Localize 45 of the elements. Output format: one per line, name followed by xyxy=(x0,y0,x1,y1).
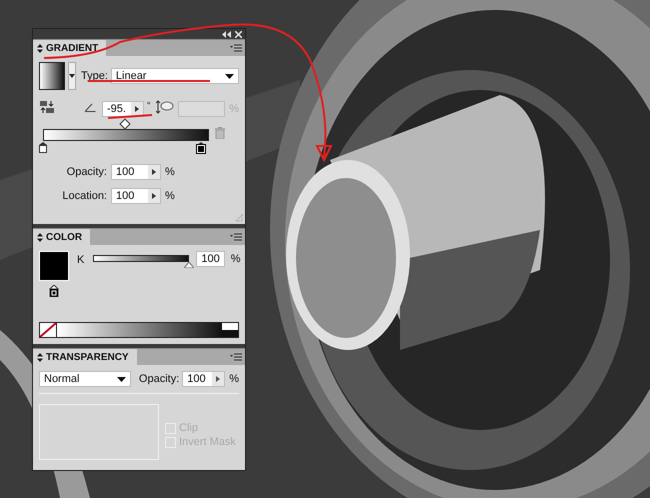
angle-icon xyxy=(85,102,96,114)
percent-sign: % xyxy=(230,253,240,265)
blend-mode-dropdown[interactable]: Normal xyxy=(39,371,131,387)
channel-label: K xyxy=(77,254,84,266)
stepper-arrow-icon[interactable] xyxy=(152,193,156,199)
degree-sign: ° xyxy=(146,100,150,110)
angle-field[interactable]: -95. xyxy=(102,100,144,116)
percent-sign: % xyxy=(165,166,175,178)
out-of-gamut-icon xyxy=(49,285,59,300)
percent-sign: % xyxy=(165,190,175,202)
dropdown-arrow-icon[interactable] xyxy=(225,74,234,78)
stepper-arrow-icon[interactable] xyxy=(152,169,156,175)
stepper-arrow-icon[interactable] xyxy=(216,376,220,382)
type-label: Type: xyxy=(80,70,108,82)
stepper-arrow-icon[interactable] xyxy=(134,106,139,112)
opacity-label: Opacity: xyxy=(138,373,180,385)
gradient-swatch[interactable] xyxy=(39,62,65,90)
color-stop[interactable] xyxy=(38,142,48,154)
expand-collapse-icon[interactable] xyxy=(37,352,43,362)
color-spectrum-bar[interactable] xyxy=(39,322,239,338)
mask-thumbnail[interactable] xyxy=(39,404,159,460)
panel-tab[interactable]: GRADIENT xyxy=(33,40,106,56)
opacity-field[interactable]: 100 xyxy=(111,164,161,180)
fill-swatch[interactable] xyxy=(39,251,69,281)
expand-collapse-icon[interactable] xyxy=(37,232,43,242)
panel-tab[interactable]: COLOR xyxy=(33,229,90,245)
k-value-field[interactable]: 100 xyxy=(196,251,225,267)
close-icon[interactable] xyxy=(235,30,242,38)
opacity-label: Opacity: xyxy=(66,166,107,178)
location-field[interactable]: 100 xyxy=(111,188,161,204)
percent-sign: % xyxy=(229,102,239,114)
location-label: Location: xyxy=(61,190,107,202)
midpoint-marker[interactable] xyxy=(119,118,131,130)
opacity-field[interactable]: 100 xyxy=(182,371,226,387)
percent-sign: % xyxy=(229,373,239,385)
type-dropdown[interactable]: Linear xyxy=(110,68,239,84)
underline-mark xyxy=(108,114,152,119)
default-colors-swatch[interactable] xyxy=(222,323,238,337)
resize-grip-icon[interactable] xyxy=(235,214,243,222)
dropdown-arrow-icon[interactable] xyxy=(116,376,126,382)
expand-collapse-icon[interactable] xyxy=(37,44,43,52)
panel-tab[interactable]: TRANSPARENCY xyxy=(33,349,137,365)
none-swatch-icon[interactable] xyxy=(40,323,57,337)
color-stop[interactable] xyxy=(196,142,206,154)
slider-thumb[interactable] xyxy=(184,262,194,268)
